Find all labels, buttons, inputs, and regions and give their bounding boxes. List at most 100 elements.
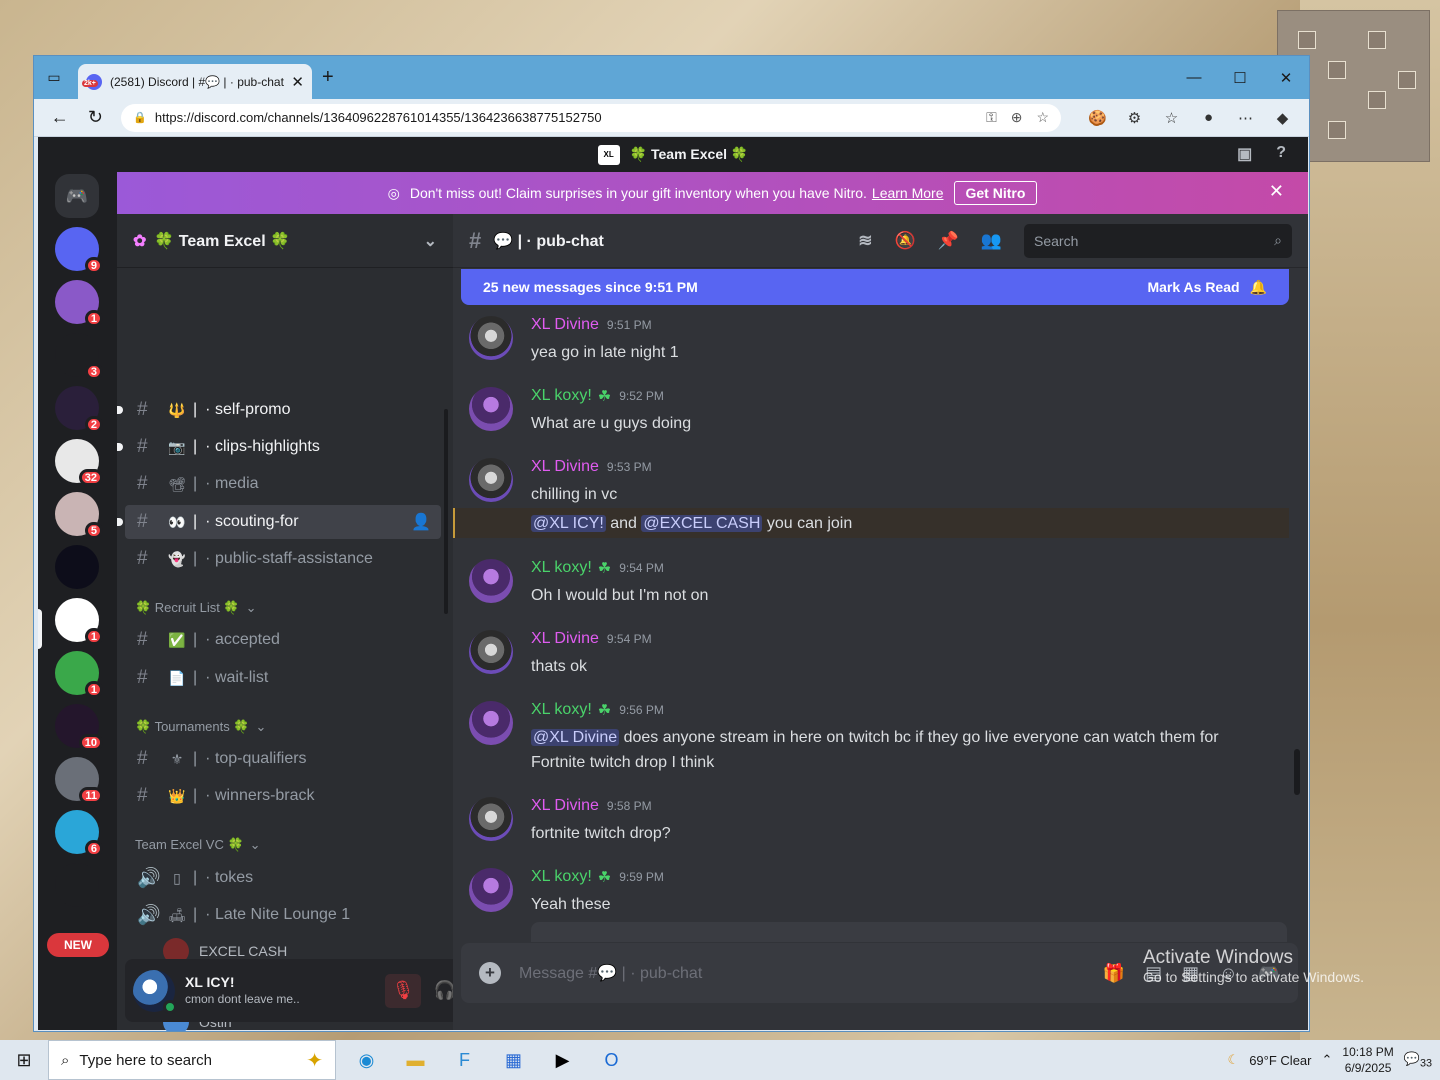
channel-item[interactable]: # ⚜ | · top-qualifiers — [125, 742, 441, 776]
guild-icon-power[interactable] — [55, 863, 99, 907]
address-bar[interactable]: 🔒 https://discord.com/channels/136409622… — [121, 103, 1062, 132]
avatar[interactable] — [469, 316, 513, 360]
guild-icon-purple-server[interactable]: 2 — [55, 386, 103, 433]
new-messages-bar[interactable]: 25 new messages since 9:51 PM Mark As Re… — [461, 269, 1289, 305]
mic-muted-icon[interactable]: 🎙 — [385, 973, 421, 1008]
channel-item[interactable]: # 👻 | · public-staff-assistance — [125, 542, 441, 576]
author-name[interactable]: XL koxy! — [531, 701, 592, 719]
f-app-icon[interactable]: F — [440, 1040, 489, 1080]
category-header[interactable]: 🍀 Recruit List 🍀 ⌄ — [135, 600, 257, 616]
mention[interactable]: @EXCEL CASH — [641, 515, 763, 532]
invite-member-icon[interactable]: 👤 — [411, 512, 431, 532]
avatar[interactable] — [133, 969, 177, 1014]
windows-start-icon[interactable]: ⊞ — [0, 1050, 48, 1071]
refresh-icon[interactable]: ↻ — [78, 107, 114, 128]
channel-item[interactable]: # ✅ | · accepted — [125, 623, 441, 657]
member-list-icon[interactable]: 👥 — [981, 231, 1002, 251]
favorite-star-icon[interactable]: ☆ — [1036, 109, 1049, 126]
guild-icon-friends[interactable]: 1 — [55, 280, 103, 327]
mark-as-read-button[interactable]: Mark As Read — [1147, 279, 1239, 295]
guild-icon-c-server[interactable]: 6 — [55, 810, 103, 857]
category-header[interactable]: 🍀 Tournaments 🍀 ⌄ — [135, 719, 266, 735]
guild-icon-photo-server[interactable]: 11 — [55, 757, 103, 804]
taskbar-search[interactable]: ⌕ Type here to search ✦ — [48, 1040, 336, 1080]
get-nitro-button[interactable]: Get Nitro — [953, 181, 1038, 205]
channel-item[interactable]: # 📽 | · media — [125, 467, 441, 501]
chat-scrollbar[interactable] — [1294, 749, 1300, 795]
weather-text[interactable]: 69°F Clear — [1249, 1053, 1311, 1068]
back-icon[interactable]: ← — [42, 107, 78, 128]
author-name[interactable]: XL koxy! — [531, 387, 592, 405]
notifications-icon[interactable]: 💬33 — [1404, 1051, 1432, 1070]
channel-item[interactable]: # 👑 | · winners-brack — [125, 779, 441, 813]
help-icon[interactable]: ? — [1276, 144, 1286, 164]
tab-actions-icon[interactable]: ▭ — [34, 69, 74, 86]
guild-icon-xl-server[interactable]: 1 — [55, 598, 103, 645]
voice-channel-item[interactable]: 🔊 ▯ | · tokes — [125, 861, 441, 895]
clock[interactable]: 10:18 PM 6/9/2025 — [1342, 1044, 1393, 1076]
guild-icon-penguin[interactable]: 32 — [55, 439, 103, 486]
author-name[interactable]: XL Divine — [531, 458, 599, 476]
tab-discord[interactable]: 2k+ (2581) Discord | #💬 | · pub-chat | ✕ — [78, 64, 312, 99]
media-player-icon[interactable]: ▶ — [538, 1040, 587, 1080]
pin-icon[interactable]: 📌 — [938, 231, 959, 251]
new-badge[interactable]: NEW — [47, 933, 109, 957]
file-explorer-icon[interactable]: ▬ — [391, 1040, 440, 1080]
close-window-button[interactable]: ✕ — [1263, 56, 1309, 99]
favorites-icon[interactable]: ☆ — [1153, 109, 1190, 127]
channel-item[interactable]: # 👀 | · scouting-for 👤 — [117, 505, 441, 539]
avatar[interactable] — [469, 387, 513, 431]
category-header[interactable]: Team Excel VC 🍀 ⌄ — [135, 837, 261, 853]
avatar[interactable] — [469, 559, 513, 603]
author-name[interactable]: XL Divine — [531, 797, 599, 815]
author-name[interactable]: XL Divine — [531, 316, 599, 334]
guild-icon-direct-messages[interactable]: 9 — [55, 227, 103, 274]
guild-icon-flowers[interactable]: 1 — [55, 651, 103, 698]
more-icon[interactable]: ⋯ — [1227, 109, 1264, 127]
mention[interactable]: @XL Divine — [531, 729, 620, 746]
chevron-down-icon[interactable]: ⌄ — [424, 231, 437, 251]
mention[interactable]: @XL ICY! — [531, 515, 606, 532]
search-input[interactable]: Search ⌕ — [1024, 223, 1292, 258]
avatar[interactable] — [469, 701, 513, 745]
notification-bell-muted-icon[interactable]: 🔕 — [894, 231, 915, 251]
inbox-icon[interactable]: ▣ — [1237, 144, 1252, 164]
copilot-icon[interactable]: ◆ — [1264, 109, 1301, 127]
threads-icon[interactable]: ≋ — [858, 231, 872, 251]
author-name[interactable]: XL Divine — [531, 630, 599, 648]
channel-item[interactable]: # 🔱 | · self-promo — [117, 393, 441, 427]
guild-icon-x-server[interactable] — [55, 545, 99, 589]
lock-icon[interactable]: 🔒 — [133, 111, 147, 124]
guild-icon-turtle[interactable]: 3 — [55, 333, 103, 380]
guild-icon-ccp-server[interactable]: 5 — [55, 492, 103, 539]
outlook-icon[interactable]: O — [587, 1040, 636, 1080]
avatar[interactable] — [469, 797, 513, 841]
author-name[interactable]: XL koxy! — [531, 868, 592, 886]
profile-icon[interactable]: ● — [1190, 109, 1227, 127]
tray-chevron-icon[interactable]: ⌃ — [1321, 1052, 1332, 1068]
sidebar-scrollbar[interactable] — [444, 409, 448, 614]
channel-item[interactable]: # 📷 | · clips-highlights — [117, 430, 441, 464]
avatar[interactable] — [469, 458, 513, 502]
upload-plus-icon[interactable]: + — [479, 962, 501, 984]
gift-icon[interactable]: 🎁 — [1103, 963, 1125, 984]
tab-close-icon[interactable]: ✕ — [291, 73, 304, 91]
banner-close-icon[interactable]: ✕ — [1269, 181, 1284, 202]
edge-icon[interactable]: ◉ — [342, 1040, 391, 1080]
key-icon[interactable]: ⚿ — [986, 109, 997, 126]
voice-channel-item[interactable]: 🔊 🛋 | · Late Nite Lounge 1 — [125, 898, 441, 932]
avatar[interactable] — [469, 868, 513, 912]
minimize-button[interactable]: — — [1171, 56, 1217, 99]
new-tab-button[interactable]: + — [322, 66, 334, 89]
avatar[interactable] — [469, 630, 513, 674]
extensions-icon[interactable]: ⚙ — [1116, 109, 1153, 127]
author-name[interactable]: XL koxy! — [531, 559, 592, 577]
calculator-icon[interactable]: ▦ — [489, 1040, 538, 1080]
learn-more-link[interactable]: Learn More — [872, 185, 944, 201]
channel-item[interactable]: # 📄 | · wait-list — [125, 661, 441, 695]
server-header[interactable]: ✿ 🍀 Team Excel 🍀 ⌄ — [117, 214, 453, 268]
discord-home-icon[interactable]: 🎮 — [55, 174, 99, 218]
guild-icon-p-server[interactable]: 10 — [55, 704, 103, 751]
cookie-extension-icon[interactable]: 🍪 — [1079, 109, 1116, 127]
zoom-icon[interactable]: ⊕ — [1011, 109, 1023, 126]
